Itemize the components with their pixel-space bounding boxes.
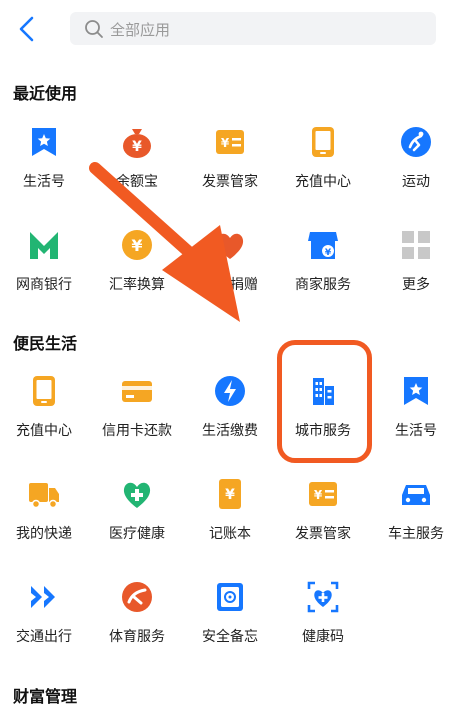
app-label: 网商银行 xyxy=(16,277,72,293)
app-yuebao[interactable]: ¥ 余额宝 xyxy=(93,125,181,205)
app-label: 交通出行 xyxy=(16,629,72,645)
app-jiaotong[interactable]: 交通出行 xyxy=(0,580,88,660)
svg-text:¥: ¥ xyxy=(221,136,230,150)
health-code-icon xyxy=(306,580,340,614)
app-jiaofei[interactable]: 生活缴费 xyxy=(186,374,274,454)
app-chezhu[interactable]: 车主服务 xyxy=(372,477,460,557)
highlight-box xyxy=(277,340,372,463)
invoice-icon: ¥ xyxy=(306,477,340,511)
app-label: 爱心捐赠 xyxy=(202,277,258,293)
app-label: 更多 xyxy=(402,277,430,293)
app-label: 我的快递 xyxy=(16,526,72,542)
app-wangshang[interactable]: 网商银行 xyxy=(0,228,88,308)
app-label: 信用卡还款 xyxy=(102,423,172,439)
delivery-truck-icon xyxy=(27,477,61,511)
app-chongzhi[interactable]: 充值中心 xyxy=(279,125,367,205)
app-shangjia[interactable]: ¥ 商家服务 xyxy=(279,228,367,308)
double-chevron-right-icon xyxy=(27,580,61,614)
top-bar xyxy=(0,0,465,58)
app-gengduo[interactable]: 更多 xyxy=(372,228,460,308)
car-icon xyxy=(399,477,433,511)
app-yundong[interactable]: 运动 xyxy=(372,125,460,205)
app-label: 运动 xyxy=(402,174,430,190)
app-label: 发票管家 xyxy=(202,174,258,190)
app-xinyongka[interactable]: 信用卡还款 xyxy=(93,374,181,454)
app-huilv[interactable]: ¥ 汇率换算 xyxy=(93,228,181,308)
app-shenghuohao-2[interactable]: 生活号 xyxy=(372,374,460,454)
app-label: 体育服务 xyxy=(109,629,165,645)
bookmark-star-icon xyxy=(399,374,433,408)
chevron-left-icon xyxy=(19,16,34,42)
app-fapiao-2[interactable]: ¥ 发票管家 xyxy=(279,477,367,557)
app-label: 发票管家 xyxy=(295,526,351,542)
invoice-icon: ¥ xyxy=(213,125,247,159)
sports-icon xyxy=(120,580,154,614)
section-title-life: 便民生活 xyxy=(13,334,78,353)
currency-exchange-icon: ¥ xyxy=(120,228,154,262)
section-title-recent: 最近使用 xyxy=(13,84,78,103)
app-label: 充值中心 xyxy=(16,423,72,439)
svg-text:¥: ¥ xyxy=(132,139,142,155)
credit-card-icon xyxy=(120,374,154,408)
app-label: 医疗健康 xyxy=(109,526,165,542)
app-label: 生活号 xyxy=(395,423,437,439)
app-yiliao[interactable]: 医疗健康 xyxy=(93,477,181,557)
app-label: 安全备忘 xyxy=(202,629,258,645)
mybank-icon xyxy=(27,228,61,262)
app-aixin[interactable]: 爱心捐赠 xyxy=(186,228,274,308)
svg-text:¥: ¥ xyxy=(225,487,235,503)
back-button[interactable] xyxy=(14,14,40,44)
search-input[interactable] xyxy=(108,12,422,47)
safe-icon xyxy=(213,580,247,614)
app-jiankangma[interactable]: 健康码 xyxy=(279,580,367,660)
app-fapiao[interactable]: ¥ 发票管家 xyxy=(186,125,274,205)
app-label: 商家服务 xyxy=(295,277,351,293)
app-label: 余额宝 xyxy=(116,174,158,190)
ledger-icon: ¥ xyxy=(213,477,247,511)
heart-hand-icon xyxy=(213,228,247,262)
shop-icon: ¥ xyxy=(306,228,340,262)
app-label: 健康码 xyxy=(302,629,344,645)
search-bar[interactable] xyxy=(70,12,436,47)
app-kuaidi[interactable]: 我的快递 xyxy=(0,477,88,557)
medical-heart-icon xyxy=(120,477,154,511)
svg-text:¥: ¥ xyxy=(131,236,142,255)
app-anquan[interactable]: 安全备忘 xyxy=(186,580,274,660)
app-label: 生活号 xyxy=(23,174,65,190)
svg-text:¥: ¥ xyxy=(325,248,332,258)
search-icon xyxy=(85,20,103,38)
phone-icon xyxy=(306,125,340,159)
money-bag-icon: ¥ xyxy=(120,125,154,159)
running-icon xyxy=(399,125,433,159)
app-label: 汇率换算 xyxy=(109,277,165,293)
bookmark-star-icon xyxy=(27,125,61,159)
app-shenghuohao[interactable]: 生活号 xyxy=(0,125,88,205)
app-label: 生活缴费 xyxy=(202,423,258,439)
app-label: 充值中心 xyxy=(295,174,351,190)
svg-text:¥: ¥ xyxy=(314,488,323,502)
app-jizhangben[interactable]: ¥ 记账本 xyxy=(186,477,274,557)
section-title-wealth: 财富管理 xyxy=(13,687,78,706)
app-chongzhi-2[interactable]: 充值中心 xyxy=(0,374,88,454)
grid-more-icon xyxy=(399,228,433,262)
lightning-icon xyxy=(213,374,247,408)
phone-icon xyxy=(27,374,61,408)
app-label: 车主服务 xyxy=(388,526,444,542)
app-label: 记账本 xyxy=(209,526,251,542)
app-tiyu[interactable]: 体育服务 xyxy=(93,580,181,660)
